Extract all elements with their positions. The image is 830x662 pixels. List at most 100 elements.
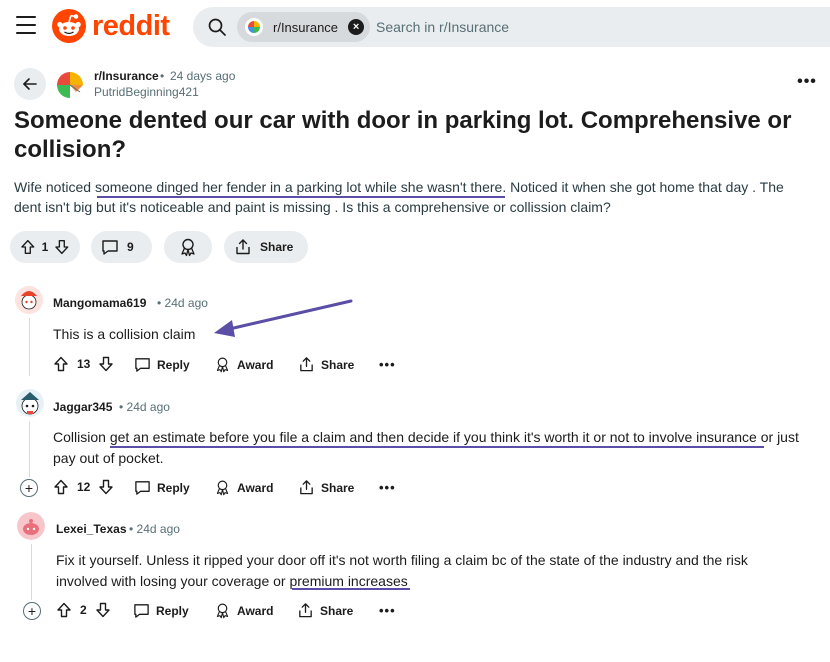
vote-count: 13 [77,357,91,371]
comment-author[interactable]: Jaggar345 [53,400,112,414]
award-label: Award [237,480,274,495]
reddit-snoo-icon [52,9,86,43]
upvote-icon[interactable] [53,479,69,495]
subreddit-umbrella-icon [245,18,263,36]
back-button[interactable] [14,68,46,100]
post-title: Someone dented our car with door in park… [14,107,792,163]
award-label: Award [237,357,274,372]
logo-wordmark: reddit [92,9,170,42]
search-scope-label: r/Insurance [273,19,339,35]
post-body-highlight: someone dinged her fender in a parking l… [94,179,503,195]
more-options-icon[interactable]: ••• [796,74,818,94]
comment-icon [135,481,150,495]
share-label: Share [260,240,294,254]
award-icon [216,480,229,496]
award-button[interactable]: Award [214,479,273,496]
post-vote-count: 1 [41,240,49,254]
award-icon [181,238,195,257]
vote-count: 12 [77,480,91,494]
upvote-icon[interactable] [53,356,69,372]
search-bar[interactable]: r/Insurance × [193,7,830,47]
comment-text-highlight: premium increases [289,573,408,589]
search-icon [208,18,226,36]
share-icon [236,239,250,255]
annotation-underline [110,446,764,448]
reply-label: Reply [157,357,190,372]
annotation-underline [97,196,505,198]
more-options-icon[interactable]: ••• [379,603,396,618]
avatar[interactable] [17,512,45,540]
share-label: Share [321,480,355,495]
share-button[interactable]: Share [297,602,353,619]
share-icon [299,603,312,618]
share-label: Share [320,603,354,618]
menu-icon[interactable] [16,16,36,34]
subreddit-avatar[interactable] [54,68,86,100]
reply-label: Reply [157,480,190,495]
thread-line[interactable] [31,544,32,600]
reply-button[interactable]: Reply [133,602,189,619]
reply-button[interactable]: Reply [134,356,190,373]
comment-author[interactable]: Lexei_Texas [56,522,127,536]
comment-vote: 2 [56,602,111,618]
comment-icon [102,240,118,255]
comment-author[interactable]: Mangomama619 [53,296,146,310]
share-button[interactable]: Share [224,231,308,263]
search-scope-chip[interactable]: r/Insurance × [237,12,371,42]
reddit-logo[interactable]: reddit [52,9,170,43]
comment-vote: 12 [53,479,114,495]
comment-vote: 13 [53,356,114,372]
comment-timestamp: • 24d ago [129,522,180,536]
comment-text-highlight: get an estimate before you file a claim … [109,429,757,445]
top-bar: reddit r/Insurance × [0,0,830,56]
avatar[interactable] [15,286,43,314]
award-button[interactable] [164,231,212,263]
post-timestamp: 24 days ago [170,69,236,83]
award-button[interactable]: Award [214,602,273,619]
arrow-left-icon [23,78,37,90]
award-button[interactable]: Award [214,356,273,373]
search-input[interactable] [376,7,816,47]
comment-icon [135,358,150,372]
clear-scope-icon[interactable]: × [348,19,365,35]
share-button[interactable]: Share [298,356,354,373]
comment-count: 9 [127,240,134,254]
post-subreddit-link[interactable]: r/Insurance [94,69,159,83]
comment-text: This is a collision claim [53,326,196,342]
expand-thread-button[interactable]: + [23,602,41,620]
comment-timestamp: • 24d ago [157,296,208,310]
upvote-icon[interactable] [56,602,72,618]
upvote-icon[interactable] [20,239,36,255]
comment-text: Collision get an estimate before you fil… [53,427,818,469]
award-icon [216,603,229,619]
annotation-underline [292,588,410,590]
share-icon [300,357,313,372]
post-author-link[interactable]: PutridBeginning421 [94,85,199,99]
more-options-icon[interactable]: ••• [379,357,396,372]
post-body-prefix: Wife noticed [14,179,95,195]
comment-text-prefix: Collision [53,429,110,445]
reply-label: Reply [156,603,189,618]
share-icon [300,480,313,495]
comments-button[interactable]: 9 [91,231,152,263]
thread-line[interactable] [29,421,30,477]
comment-timestamp: • 24d ago [119,400,170,414]
share-button[interactable]: Share [298,479,354,496]
downvote-icon[interactable] [98,356,114,372]
comment-text: Fix it yourself. Unless it ripped your d… [56,550,796,592]
downvote-icon[interactable] [54,239,70,255]
award-label: Award [237,603,274,618]
award-icon [216,357,229,373]
vote-count: 2 [80,603,87,617]
comment-icon [134,604,149,618]
share-label: Share [321,357,355,372]
reply-button[interactable]: Reply [134,479,190,496]
more-options-icon[interactable]: ••• [379,480,396,495]
expand-thread-button[interactable]: + [20,479,38,497]
post-vote-pill: 1 [10,231,80,263]
downvote-icon[interactable] [98,479,114,495]
downvote-icon[interactable] [95,602,111,618]
thread-line[interactable] [29,318,30,376]
meta-separator: • [160,69,165,83]
avatar[interactable] [16,389,44,417]
